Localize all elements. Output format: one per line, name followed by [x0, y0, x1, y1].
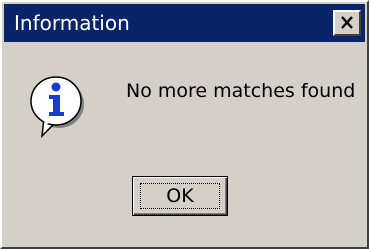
title-bar[interactable]: Information	[4, 4, 365, 42]
close-icon	[340, 14, 354, 33]
information-dialog: Information No more matches found OK	[0, 0, 369, 249]
ok-button[interactable]: OK	[132, 176, 228, 216]
close-button[interactable]	[333, 10, 361, 36]
ok-button-label: OK	[166, 185, 194, 207]
window-title: Information	[14, 11, 130, 35]
dialog-message: No more matches found	[126, 80, 356, 102]
information-icon	[30, 74, 84, 139]
